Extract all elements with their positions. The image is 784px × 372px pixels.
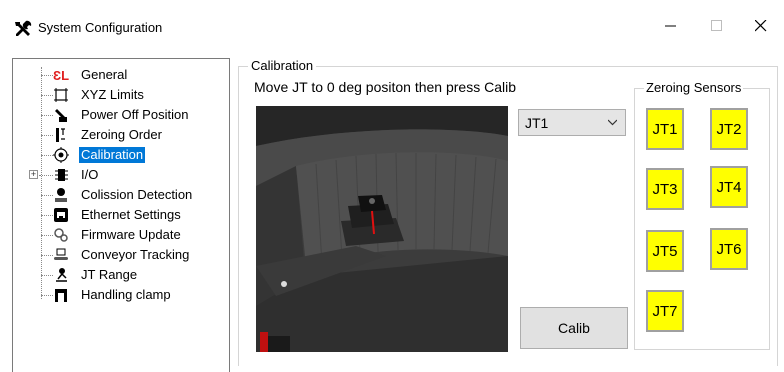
jt-range-icon [56, 268, 67, 282]
sensor-jt2: JT2 [710, 108, 748, 150]
zeroing-order-icon [56, 128, 65, 142]
expand-icon[interactable]: + [29, 170, 38, 179]
tree-label-ethernet: Ethernet Settings [81, 207, 181, 222]
tree-item-general[interactable]: ƐL General [13, 65, 229, 85]
minimize-icon [665, 25, 676, 27]
firmware-icon [54, 228, 68, 242]
tree-item-firmware[interactable]: Firmware Update [13, 225, 229, 245]
joint-select-value: JT1 [525, 115, 549, 131]
clamp-icon [55, 289, 67, 302]
tree-label-handling-clamp: Handling clamp [81, 287, 171, 302]
tree-item-xyz-limits[interactable]: XYZ Limits [13, 85, 229, 105]
conveyor-icon [54, 248, 68, 260]
svg-text:ƐL: ƐL [53, 68, 69, 83]
sensor-jt5: JT5 [646, 230, 684, 272]
tree-label-general: General [81, 67, 128, 82]
minimize-button[interactable] [648, 0, 694, 52]
tree-label-power-off: Power Off Position [81, 107, 189, 122]
sensor-jt7: JT7 [646, 290, 684, 332]
window-title: System Configuration [38, 20, 163, 35]
io-icon [55, 169, 68, 181]
tree-label-collision: Colission Detection [81, 187, 193, 202]
tree-label-firmware: Firmware Update [81, 227, 181, 242]
zeroing-sensors-label: Zeroing Sensors [644, 80, 744, 95]
calibration-group-label: Calibration [248, 58, 317, 73]
tools-icon [15, 20, 32, 36]
title-bar: System Configuration [0, 0, 784, 52]
collision-icon [55, 188, 67, 202]
general-icon: ƐL [53, 68, 69, 83]
tree-item-io[interactable]: + I/O [13, 165, 229, 185]
maximize-icon [711, 20, 722, 31]
tree-label-jt-range: JT Range [81, 267, 138, 282]
close-icon [755, 20, 767, 32]
power-off-icon [55, 109, 67, 122]
settings-tree[interactable]: ƐL General XYZ Limits Power Off Position… [12, 58, 230, 372]
calib-button[interactable]: Calib [520, 307, 628, 349]
tree-label-conveyor: Conveyor Tracking [81, 247, 190, 262]
tree-item-calibration[interactable]: Calibration [13, 145, 229, 165]
tree-label-zeroing-order: Zeroing Order [81, 127, 162, 142]
tree-item-handling-clamp[interactable]: Handling clamp [13, 285, 229, 305]
tree-item-jt-range[interactable]: JT Range [13, 265, 229, 285]
sensor-jt3: JT3 [646, 168, 684, 210]
sensor-jt4: JT4 [710, 166, 748, 208]
calibration-icon [53, 147, 69, 163]
sensor-jt1: JT1 [646, 108, 684, 150]
xyz-limits-icon [54, 88, 68, 102]
maximize-button[interactable] [694, 0, 740, 52]
tree-item-conveyor[interactable]: Conveyor Tracking [13, 245, 229, 265]
calibration-instruction: Move JT to 0 deg positon then press Cali… [254, 79, 517, 95]
tree-label-calibration: Calibration [79, 147, 146, 163]
tree-item-collision[interactable]: Colission Detection [13, 185, 229, 205]
joint-select[interactable]: JT1 [518, 109, 626, 136]
tree-item-zeroing-order[interactable]: Zeroing Order [13, 125, 229, 145]
close-button[interactable] [738, 0, 784, 52]
tree-item-power-off[interactable]: Power Off Position [13, 105, 229, 125]
chevron-down-icon [608, 119, 617, 126]
tree-label-xyz-limits: XYZ Limits [81, 87, 144, 102]
ethernet-icon [54, 208, 68, 222]
joint-preview-image [256, 106, 508, 352]
tree-label-io: I/O [81, 167, 99, 182]
sensor-jt6: JT6 [710, 228, 748, 270]
tree-item-ethernet[interactable]: Ethernet Settings [13, 205, 229, 225]
